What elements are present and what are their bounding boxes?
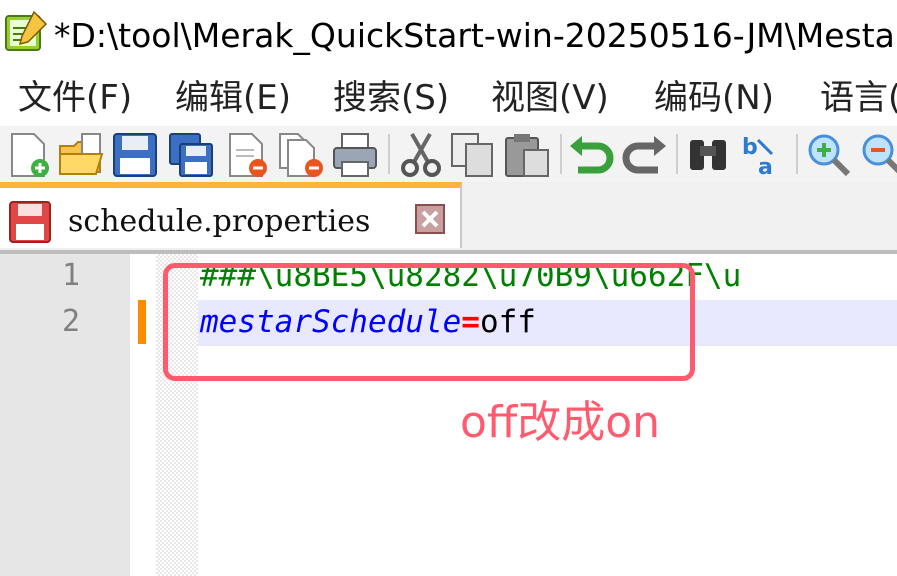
- close-icon[interactable]: [222, 130, 272, 180]
- menu-language[interactable]: 语言(: [820, 74, 897, 122]
- menu-encoding[interactable]: 编码(N): [654, 74, 774, 122]
- cut-icon[interactable]: [396, 130, 446, 180]
- menu-search[interactable]: 搜索(S): [333, 74, 449, 122]
- tab-label: schedule.properties: [68, 204, 371, 239]
- notepad-plus-plus-icon: [5, 10, 48, 51]
- line-number-gutter: 1 2: [0, 254, 130, 576]
- svg-text:a: a: [758, 155, 773, 180]
- tab-schedule-properties[interactable]: schedule.properties: [0, 182, 462, 248]
- save-icon[interactable]: [110, 130, 160, 180]
- toolbar-separator: [560, 134, 562, 174]
- menu-file[interactable]: 文件(F): [18, 74, 132, 122]
- paste-icon[interactable]: [502, 130, 552, 180]
- menu-view[interactable]: 视图(V): [491, 74, 609, 122]
- redo-icon[interactable]: [620, 130, 670, 180]
- toolbar-separator: [388, 134, 390, 174]
- menu-bar: 文件(F) 编辑(E) 搜索(S) 视图(V) 编码(N) 语言(: [0, 70, 897, 126]
- replace-icon[interactable]: b a: [738, 130, 788, 180]
- print-icon[interactable]: [330, 130, 380, 180]
- change-history-marker: [138, 300, 146, 344]
- line-number: 1: [61, 258, 80, 293]
- menu-edit[interactable]: 编辑(E): [175, 74, 291, 122]
- undo-icon[interactable]: [566, 130, 616, 180]
- zoom-out-icon[interactable]: [858, 130, 897, 180]
- title-bar: *D:\tool\Merak_QuickStart-win-20250516-J…: [0, 0, 897, 70]
- copy-icon[interactable]: [448, 130, 498, 180]
- new-file-icon[interactable]: [4, 130, 54, 180]
- toolbar: b a: [0, 126, 897, 182]
- annotation-text: off改成on: [460, 397, 661, 448]
- close-tab-icon[interactable]: [415, 204, 445, 234]
- zoom-in-icon[interactable]: [804, 130, 854, 180]
- save-all-icon[interactable]: [166, 130, 216, 180]
- svg-text:b: b: [742, 135, 758, 160]
- find-icon[interactable]: [684, 130, 734, 180]
- unsaved-file-icon: [9, 201, 51, 243]
- line-number: 2: [61, 304, 80, 339]
- toolbar-separator: [796, 134, 798, 174]
- annotation-highlight-box: [163, 263, 695, 381]
- open-file-icon[interactable]: [56, 130, 106, 180]
- tab-bar: schedule.properties: [0, 182, 897, 254]
- window-title: *D:\tool\Merak_QuickStart-win-20250516-J…: [54, 16, 897, 55]
- toolbar-separator: [676, 134, 678, 174]
- close-all-icon[interactable]: [276, 130, 326, 180]
